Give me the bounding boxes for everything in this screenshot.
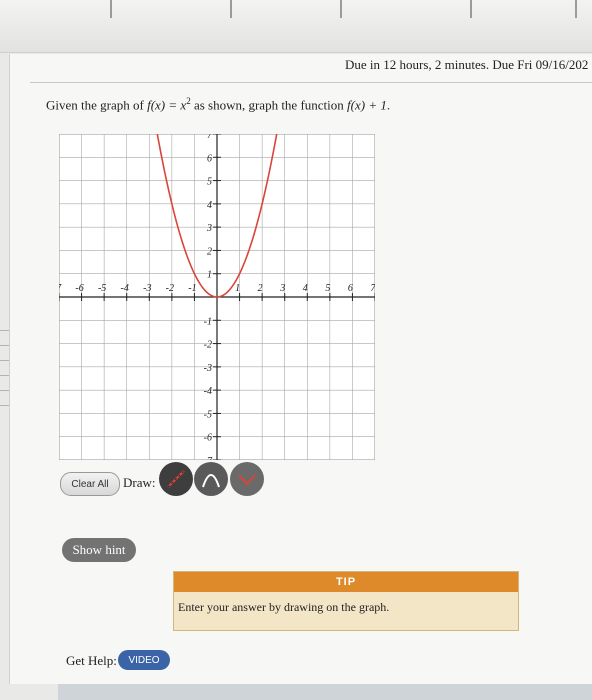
- y-tick-label: 1: [207, 270, 212, 281]
- divider: [110, 0, 112, 18]
- y-tick-label: 3: [206, 223, 212, 234]
- x-tick-label: 2: [258, 283, 263, 294]
- video-button[interactable]: VIDEO: [118, 650, 170, 670]
- top-band: [0, 0, 592, 53]
- absolute-value-tool-icon: [238, 474, 256, 486]
- y-tick-label: -2: [204, 340, 212, 351]
- question-prefix: Given the graph of: [46, 97, 148, 113]
- question-target-function: f(x) + 1: [347, 97, 387, 113]
- y-tick-label: -5: [204, 409, 212, 420]
- y-tick-label: -4: [204, 386, 212, 397]
- line-tool-icon: [167, 470, 185, 488]
- x-tick-label: -6: [75, 283, 83, 294]
- y-tick-label: -7: [204, 456, 213, 460]
- divider: [230, 0, 232, 18]
- get-help-label: Get Help:: [66, 653, 117, 668]
- draw-label: Draw:: [123, 475, 156, 490]
- y-tick-label: 5: [207, 177, 212, 188]
- question-middle: as shown, graph the function: [190, 97, 348, 113]
- due-date-text: Due in 12 hours, 2 minutes. Due Fri 09/1…: [345, 57, 589, 72]
- y-tick-label: -1: [204, 316, 212, 327]
- x-tick-label: -2: [166, 283, 174, 294]
- question-function: f(x) = x: [147, 97, 187, 113]
- absolute-value-tool-button[interactable]: [230, 462, 264, 496]
- x-tick-label: 4: [303, 283, 308, 294]
- divider: [575, 0, 577, 18]
- x-tick-label: 5: [325, 283, 330, 294]
- x-tick-label: 1: [235, 283, 240, 294]
- divider: [30, 82, 592, 83]
- parabola-tool-button[interactable]: [194, 462, 228, 496]
- tip-title: TIP: [174, 572, 518, 592]
- parabola-tool-icon: [202, 474, 220, 488]
- y-tick-label: -6: [204, 433, 212, 444]
- clear-all-button[interactable]: Clear All: [60, 472, 120, 496]
- x-tick-label: -1: [188, 283, 196, 294]
- x-tick-label: 7: [371, 283, 376, 294]
- question-suffix: .: [386, 97, 391, 113]
- divider: [340, 0, 342, 18]
- question-text: Given the graph of f(x) = x2 as shown, g…: [46, 96, 390, 113]
- y-tick-label: 6: [207, 153, 212, 164]
- x-tick-label: -3: [143, 283, 151, 294]
- divider: [470, 0, 472, 18]
- show-hint-button[interactable]: Show hint: [62, 538, 136, 562]
- y-tick-label: 2: [207, 246, 212, 257]
- graph-canvas[interactable]: -7-6-5-4-3-2-112345677654321-1-2-3-4-5-6…: [59, 134, 375, 460]
- x-tick-label: 3: [279, 283, 285, 294]
- y-tick-label: 4: [207, 200, 212, 211]
- x-tick-label: -5: [98, 283, 106, 294]
- x-tick-label: -4: [121, 283, 129, 294]
- line-tool-button[interactable]: [159, 462, 193, 496]
- y-tick-label: -3: [204, 363, 212, 374]
- bottom-bar: [58, 684, 592, 700]
- x-tick-label: 6: [348, 283, 353, 294]
- tip-box: TIP Enter your answer by drawing on the …: [173, 571, 519, 631]
- tip-body: Enter your answer by drawing on the grap…: [178, 600, 390, 614]
